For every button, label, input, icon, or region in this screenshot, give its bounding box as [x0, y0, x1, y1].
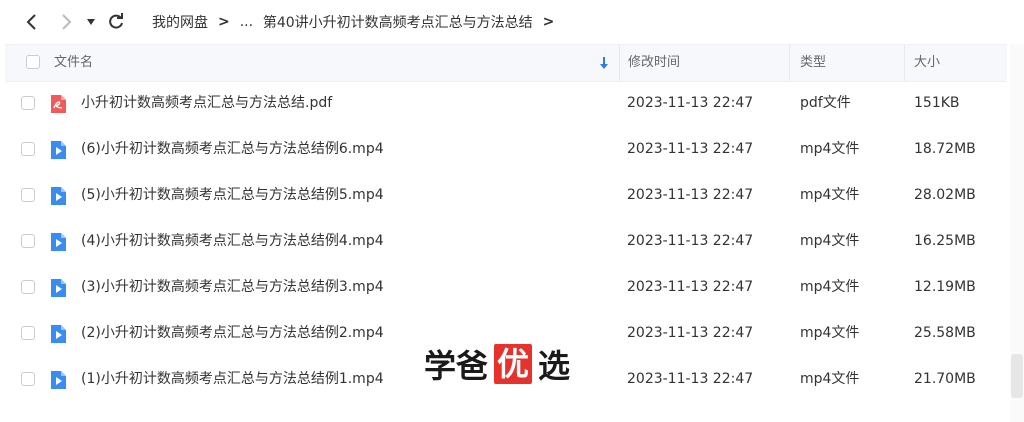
file-size: 18.72MB	[914, 141, 976, 157]
breadcrumb-separator: >	[218, 14, 230, 30]
file-type: pdf文件	[800, 95, 851, 111]
file-modified: 2023-11-13 22:47	[627, 325, 754, 341]
caret-down-icon	[87, 19, 95, 25]
file-size: 21.70MB	[914, 371, 976, 387]
file-size: 25.58MB	[914, 325, 976, 341]
file-modified: 2023-11-13 22:47	[627, 371, 754, 387]
video-icon	[51, 371, 66, 389]
column-header-modified[interactable]: 修改时间	[628, 45, 680, 81]
table-row[interactable]: 小升初计数高频考点汇总与方法总结.pdf 2023-11-13 22:47 pd…	[5, 80, 1007, 126]
file-modified: 2023-11-13 22:47	[627, 141, 754, 157]
file-type: mp4文件	[800, 325, 860, 341]
refresh-icon	[109, 13, 123, 29]
row-checkbox[interactable]	[21, 280, 35, 294]
file-name[interactable]: (1)小升初计数高频考点汇总与方法总结例1.mp4	[81, 356, 384, 402]
row-checkbox[interactable]	[21, 142, 35, 156]
table-row[interactable]: (4)小升初计数高频考点汇总与方法总结例4.mp4 2023-11-13 22:…	[5, 218, 1007, 264]
breadcrumb-item-current[interactable]: 第40讲小升初计数高频考点汇总与方法总结	[263, 12, 533, 32]
file-name[interactable]: 小升初计数高频考点汇总与方法总结.pdf	[81, 80, 332, 126]
file-size: 16.25MB	[914, 233, 976, 249]
breadcrumb-item-root[interactable]: 我的网盘	[152, 12, 208, 32]
video-icon	[51, 279, 66, 297]
file-name[interactable]: (5)小升初计数高频考点汇总与方法总结例5.mp4	[81, 172, 384, 218]
column-header-type[interactable]: 类型	[800, 45, 826, 81]
file-type: mp4文件	[800, 233, 860, 249]
file-type: mp4文件	[800, 371, 860, 387]
file-type: mp4文件	[800, 279, 860, 295]
video-icon	[51, 141, 66, 159]
history-dropdown-button[interactable]	[82, 10, 100, 34]
file-modified: 2023-11-13 22:47	[627, 187, 754, 203]
table-row[interactable]: (3)小升初计数高频考点汇总与方法总结例3.mp4 2023-11-13 22:…	[5, 264, 1007, 310]
breadcrumb: 我的网盘 > ... > 第40讲小升初计数高频考点汇总与方法总结 >	[152, 0, 564, 44]
file-name[interactable]: (6)小升初计数高频考点汇总与方法总结例6.mp4	[81, 126, 384, 172]
forward-button[interactable]	[54, 10, 78, 34]
file-type: mp4文件	[800, 187, 860, 203]
file-name[interactable]: (3)小升初计数高频考点汇总与方法总结例3.mp4	[81, 264, 384, 310]
watermark-logo: 学爸 优 选	[424, 342, 570, 386]
video-icon	[51, 187, 66, 205]
row-checkbox[interactable]	[21, 188, 35, 202]
refresh-button[interactable]	[104, 10, 128, 34]
file-size: 28.02MB	[914, 187, 976, 203]
file-size: 12.19MB	[914, 279, 976, 295]
video-icon	[51, 325, 66, 343]
watermark-highlight: 优	[494, 344, 533, 384]
sort-desc-icon[interactable]	[599, 45, 613, 81]
breadcrumb-item-ellipsis[interactable]: ...	[240, 14, 253, 30]
file-modified: 2023-11-13 22:47	[627, 233, 754, 249]
column-divider[interactable]	[904, 45, 905, 81]
row-checkbox[interactable]	[21, 326, 35, 340]
toolbar: 我的网盘 > ... > 第40讲小升初计数高频考点汇总与方法总结 >	[0, 0, 1024, 44]
back-button[interactable]	[20, 10, 44, 34]
breadcrumb-separator: >	[542, 14, 555, 30]
column-divider[interactable]	[619, 45, 620, 81]
file-name[interactable]: (4)小升初计数高频考点汇总与方法总结例4.mp4	[81, 218, 384, 264]
chevron-left-icon	[26, 14, 36, 30]
table-row[interactable]: (5)小升初计数高频考点汇总与方法总结例5.mp4 2023-11-13 22:…	[5, 172, 1007, 218]
file-type: mp4文件	[800, 141, 860, 157]
column-header-name[interactable]: 文件名	[54, 45, 93, 81]
row-checkbox[interactable]	[21, 96, 35, 110]
row-checkbox[interactable]	[21, 234, 35, 248]
column-divider[interactable]	[789, 45, 790, 81]
column-header-size[interactable]: 大小	[914, 45, 940, 81]
file-size: 151KB	[914, 95, 960, 111]
chevron-right-icon	[62, 14, 72, 30]
table-row[interactable]: (6)小升初计数高频考点汇总与方法总结例6.mp4 2023-11-13 22:…	[5, 126, 1007, 172]
watermark-text: 选	[538, 347, 571, 385]
video-icon	[51, 233, 66, 251]
scrollbar[interactable]	[1010, 44, 1024, 422]
row-checkbox[interactable]	[21, 372, 35, 386]
table-header: 文件名 修改时间 类型 大小	[5, 44, 1007, 82]
watermark-text: 学爸	[424, 347, 489, 385]
select-all-checkbox[interactable]	[26, 55, 40, 69]
pdf-icon	[51, 95, 66, 113]
file-name[interactable]: (2)小升初计数高频考点汇总与方法总结例2.mp4	[81, 310, 384, 356]
scrollbar-thumb[interactable]	[1011, 354, 1023, 398]
file-modified: 2023-11-13 22:47	[627, 95, 754, 111]
file-modified: 2023-11-13 22:47	[627, 279, 754, 295]
